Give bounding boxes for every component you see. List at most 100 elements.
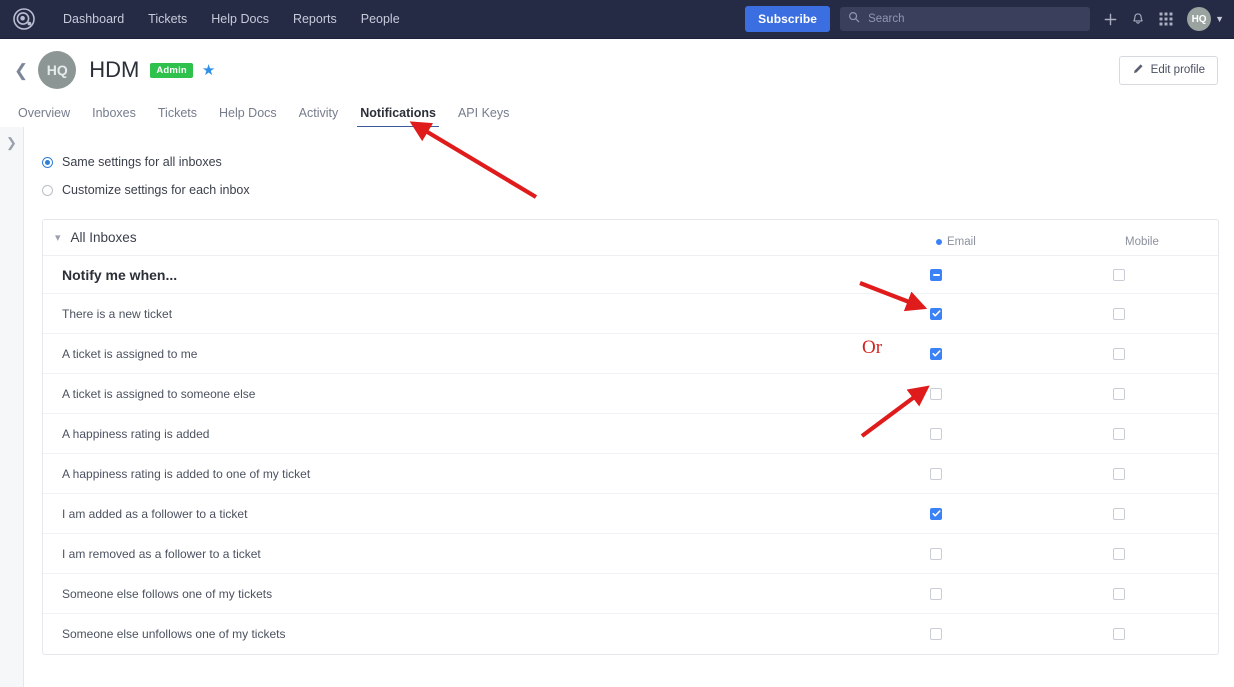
table-row: A ticket is assigned to someone else <box>43 374 1218 414</box>
tab-api-keys[interactable]: API Keys <box>447 106 520 127</box>
mobile-checkbox-cell <box>1109 427 1129 440</box>
master-mobile-checkbox-cell <box>1109 268 1129 281</box>
email-checkbox[interactable] <box>930 307 942 320</box>
email-checkbox[interactable] <box>930 347 942 360</box>
all-inboxes-card: ▾ All Inboxes Email Mobile Notify me whe… <box>42 219 1219 655</box>
table-row: Someone else unfollows one of my tickets <box>43 614 1218 654</box>
search-box[interactable] <box>840 7 1091 31</box>
table-row: There is a new ticket <box>43 294 1218 334</box>
email-checkbox[interactable] <box>930 467 942 480</box>
mobile-checkbox-cell <box>1109 387 1129 400</box>
notification-row-label: A happiness rating is added <box>62 426 210 441</box>
email-checkbox[interactable] <box>930 587 942 600</box>
mobile-checkbox[interactable] <box>1113 427 1125 440</box>
nav-link-help-docs[interactable]: Help Docs <box>199 0 281 39</box>
mobile-checkbox[interactable] <box>1113 507 1125 520</box>
table-row: A ticket is assigned to me <box>43 334 1218 374</box>
email-checkbox-cell <box>926 427 946 440</box>
mobile-checkbox-cell <box>1109 628 1129 640</box>
plus-icon[interactable] <box>1096 5 1124 33</box>
mobile-checkbox[interactable] <box>1113 467 1125 480</box>
nav-link-people[interactable]: People <box>349 0 412 39</box>
profile-avatar: HQ <box>38 51 77 89</box>
tab-inboxes[interactable]: Inboxes <box>81 106 147 127</box>
radio-same-settings[interactable]: Same settings for all inboxes <box>42 155 1234 169</box>
email-checkbox[interactable] <box>930 387 942 400</box>
table-row: I am removed as a follower to a ticket <box>43 534 1218 574</box>
avatar[interactable]: HQ <box>1187 7 1212 31</box>
scope-radio-group: Same settings for all inboxes Customize … <box>24 127 1234 197</box>
email-status-dot-icon <box>936 239 942 245</box>
search-icon <box>848 10 860 28</box>
radio-customize-settings-label: Customize settings for each inbox <box>62 183 250 197</box>
mobile-checkbox[interactable] <box>1113 547 1125 560</box>
notify-header-row: Notify me when... <box>43 256 1218 294</box>
email-checkbox-cell <box>926 347 946 360</box>
mobile-checkbox[interactable] <box>1113 587 1125 600</box>
search-input[interactable] <box>868 13 1083 25</box>
pencil-icon <box>1132 63 1144 78</box>
edit-profile-button[interactable]: Edit profile <box>1118 55 1218 85</box>
tab-activity[interactable]: Activity <box>288 106 350 127</box>
top-nav-links: Dashboard Tickets Help Docs Reports Peop… <box>51 0 412 39</box>
radio-button-icon <box>42 156 53 168</box>
tab-notifications[interactable]: Notifications <box>349 106 447 128</box>
tab-help-docs[interactable]: Help Docs <box>208 106 288 127</box>
notification-row-label: Someone else follows one of my tickets <box>62 586 273 601</box>
notification-row-label: Someone else unfollows one of my tickets <box>62 627 286 641</box>
notification-row-label: A happiness rating is added to one of my… <box>62 466 311 481</box>
notification-rows: There is a new ticket A ticket is assigne… <box>43 294 1218 654</box>
profile-tabs: Overview Inboxes Tickets Help Docs Activ… <box>0 101 1234 128</box>
chevron-left-icon[interactable]: ❮ <box>14 62 28 79</box>
subscribe-button[interactable]: Subscribe <box>745 6 831 32</box>
profile-header: ❮ HQ HDM Admin ★ Edit profile Overview I… <box>0 39 1234 128</box>
star-icon[interactable]: ★ <box>202 61 215 79</box>
mobile-checkbox-cell <box>1109 507 1129 520</box>
master-email-checkbox[interactable] <box>930 268 942 281</box>
mobile-checkbox-cell <box>1109 307 1129 320</box>
bell-icon[interactable] <box>1124 5 1152 33</box>
email-checkbox-cell <box>926 587 946 600</box>
mobile-checkbox-cell <box>1109 347 1129 360</box>
notification-row-label: I am removed as a follower to a ticket <box>62 546 261 561</box>
email-checkbox-cell <box>926 387 946 400</box>
email-checkbox[interactable] <box>930 427 942 440</box>
email-checkbox-cell <box>926 628 946 640</box>
email-checkbox-cell <box>926 507 946 520</box>
chevron-down-icon[interactable]: ▾ <box>55 231 61 244</box>
tab-tickets[interactable]: Tickets <box>147 106 208 127</box>
mobile-checkbox-cell <box>1109 587 1129 600</box>
mobile-checkbox[interactable] <box>1113 307 1125 320</box>
notify-header-label: Notify me when... <box>62 266 178 283</box>
chevron-right-icon[interactable]: ❯ <box>0 135 23 151</box>
mobile-checkbox[interactable] <box>1113 347 1125 360</box>
mobile-checkbox-cell <box>1109 467 1129 480</box>
email-checkbox[interactable] <box>930 507 942 520</box>
mobile-checkbox[interactable] <box>1113 387 1125 400</box>
notifications-settings-panel: Same settings for all inboxes Customize … <box>24 127 1234 687</box>
chevron-down-icon[interactable]: ▼ <box>1215 14 1224 24</box>
mobile-checkbox[interactable] <box>1113 628 1125 640</box>
column-header-email-label: Email <box>947 236 976 248</box>
nav-link-dashboard[interactable]: Dashboard <box>51 0 136 39</box>
nav-link-reports[interactable]: Reports <box>281 0 349 39</box>
target-logo-icon[interactable] <box>11 6 37 32</box>
top-navigation-bar: Dashboard Tickets Help Docs Reports Peop… <box>0 0 1234 39</box>
nav-link-tickets[interactable]: Tickets <box>136 0 199 39</box>
app-grid-icon[interactable] <box>1152 5 1180 33</box>
email-checkbox-cell <box>926 307 946 320</box>
email-checkbox-cell <box>926 467 946 480</box>
master-mobile-checkbox[interactable] <box>1113 268 1125 281</box>
email-checkbox[interactable] <box>930 628 942 640</box>
radio-same-settings-label: Same settings for all inboxes <box>62 155 222 169</box>
profile-header-row: ❮ HQ HDM Admin ★ Edit profile <box>0 39 1234 89</box>
notification-row-label: A ticket is assigned to me <box>62 346 198 361</box>
column-header-email: Email <box>936 236 976 248</box>
edit-profile-label: Edit profile <box>1150 64 1205 76</box>
email-checkbox-cell <box>926 547 946 560</box>
notification-row-label: I am added as a follower to a ticket <box>62 506 248 521</box>
table-row: A happiness rating is added <box>43 414 1218 454</box>
email-checkbox[interactable] <box>930 547 942 560</box>
tab-overview[interactable]: Overview <box>14 106 81 127</box>
radio-customize-settings[interactable]: Customize settings for each inbox <box>42 183 1234 197</box>
